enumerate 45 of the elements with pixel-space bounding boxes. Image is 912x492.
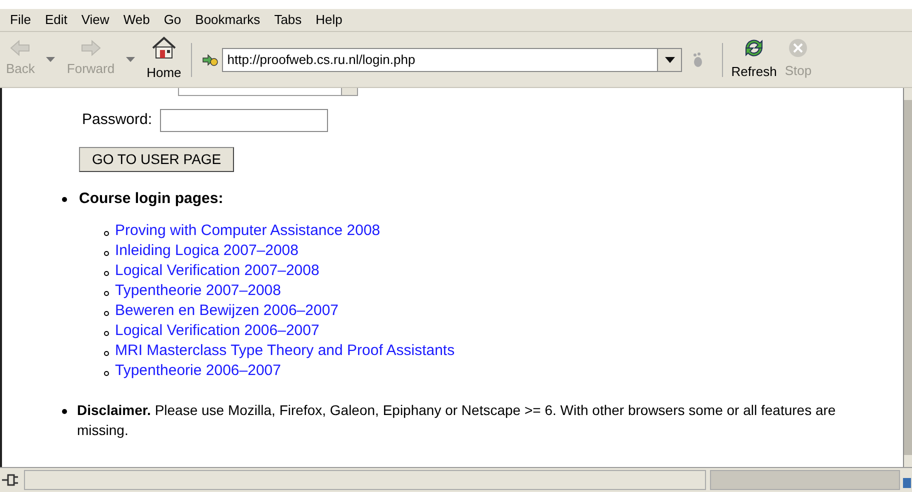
bullet-icon [62,197,67,202]
course-link[interactable]: Proving with Computer Assistance 2008 [115,220,380,243]
scrollbar[interactable] [903,88,912,467]
caret-icon [664,56,675,62]
close-icon [788,38,808,58]
circle-bullet-icon [104,311,109,316]
menu-item[interactable]: Go [158,10,188,30]
menu-item[interactable]: Help [310,10,348,30]
course-link[interactable]: Typentheorie 2006–2007 [115,360,281,383]
password-field[interactable] [160,109,328,132]
course-link[interactable]: Logical Verification 2007–2008 [115,260,320,283]
course-heading: Course login pages: [79,189,224,209]
back-arrow-icon [10,40,30,56]
circle-bullet-icon [104,251,109,256]
course-link[interactable]: Inleiding Logica 2007–2008 [115,240,298,263]
course-link[interactable]: Beweren en Bewijzen 2006–2007 [115,300,338,323]
circle-bullet-icon [104,231,109,236]
password-label: Password: [82,110,152,130]
home-button[interactable]: Home [142,34,186,86]
course-link[interactable]: MRI Masterclass Type Theory and Proof Assistants [115,340,455,363]
course-link[interactable]: Typentheorie 2007–2008 [115,280,281,303]
menu-item[interactable]: Bookmarks [189,10,266,30]
circle-bullet-icon [104,331,109,336]
house-icon [150,36,177,60]
location-dropdown-button[interactable] [658,48,682,72]
menu-item[interactable]: Edit [38,10,74,30]
menu-item[interactable]: Tabs [268,10,308,30]
refresh-button[interactable]: Refresh [727,34,781,86]
bullet-icon [62,408,67,414]
circle-bullet-icon [104,371,109,376]
circle-bullet-icon [104,291,109,296]
caret-icon [126,57,136,62]
disclaimer-text: Disclaimer. Please use Mozilla, Firefox, Galeon, Epiphany or Netscape >= 6. With other browsers some or all features are missing. [77,400,837,440]
caret-icon [46,57,56,62]
menu-item[interactable]: View [75,10,116,30]
course-link[interactable]: Logical Verification 2006–2007 [115,320,320,343]
location-icon [202,52,218,66]
forward-arrow-icon [80,40,101,56]
menu-item[interactable]: Web [117,10,156,30]
location-field[interactable]: http://proofweb.cs.ru.nl/login.php [222,48,658,72]
circle-bullet-icon [104,271,109,276]
go-to-user-page-button[interactable]: GO TO USER PAGE [79,147,234,172]
circle-bullet-icon [104,351,109,356]
footprint-icon [692,52,704,68]
menu-item[interactable]: File [4,10,37,30]
